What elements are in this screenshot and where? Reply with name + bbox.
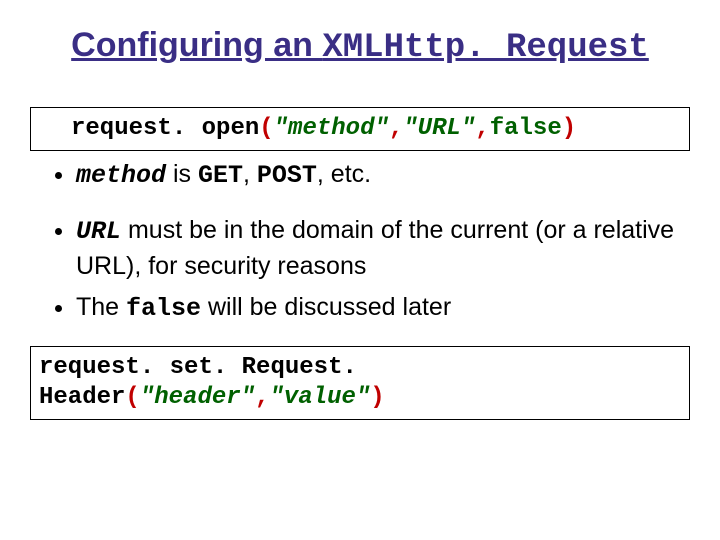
code2-object: request [39,354,140,381]
bullet-item-method: method is GET, POST, etc. [76,157,690,193]
b3-false: false [126,294,201,323]
title-text: Configuring an [71,26,322,64]
code-box-open: request. open("method","URL",false) [30,107,690,151]
code1-comma1: , [389,115,403,142]
b2-rest: must be in the domain of the current (or… [76,216,674,280]
b1-sep: , [243,160,257,188]
b3-rest: will be discussed later [201,293,451,321]
bullet-list-2: URL must be in the domain of the current… [30,213,690,326]
code1-lparen: ( [259,115,273,142]
code2-rparen: ) [370,384,384,411]
code1-rparen: ) [562,115,576,142]
code1-arg2: "URL" [403,115,475,142]
bullet-item-false: The false will be discussed later [76,290,690,326]
code2-arg2: "value" [269,384,370,411]
b1-get: GET [198,161,243,190]
bullet-list-1: method is GET, POST, etc. [30,157,690,193]
code-box-setheader: request. set. Request. Header("header","… [30,346,690,420]
code2-arg1: "header" [140,384,255,411]
code2-comma1: , [255,384,269,411]
code1-space [187,115,201,142]
code2-dot: . [140,354,155,381]
title-code: XMLHttp. Request [322,29,648,67]
bullet-item-url: URL must be in the domain of the current… [76,213,690,284]
b1-tail: , etc. [317,160,371,188]
b1-mid: is [166,160,198,188]
code2-lparen: ( [125,384,139,411]
b1-method-word: method [76,161,166,190]
code2-space [155,354,169,381]
slide-title: Configuring an XMLHttp. Request [30,26,690,67]
code1-object: request [71,115,172,142]
b2-url-word: URL [76,217,121,246]
code1-arg3: false [490,115,562,142]
b3-pre: The [76,293,126,321]
code1-method: open [202,115,260,142]
b1-post: POST [257,161,317,190]
code1-comma2: , [475,115,489,142]
slide: Configuring an XMLHttp. Request request.… [0,0,720,540]
code1-arg1: "method" [274,115,389,142]
code1-dot: . [172,115,187,142]
